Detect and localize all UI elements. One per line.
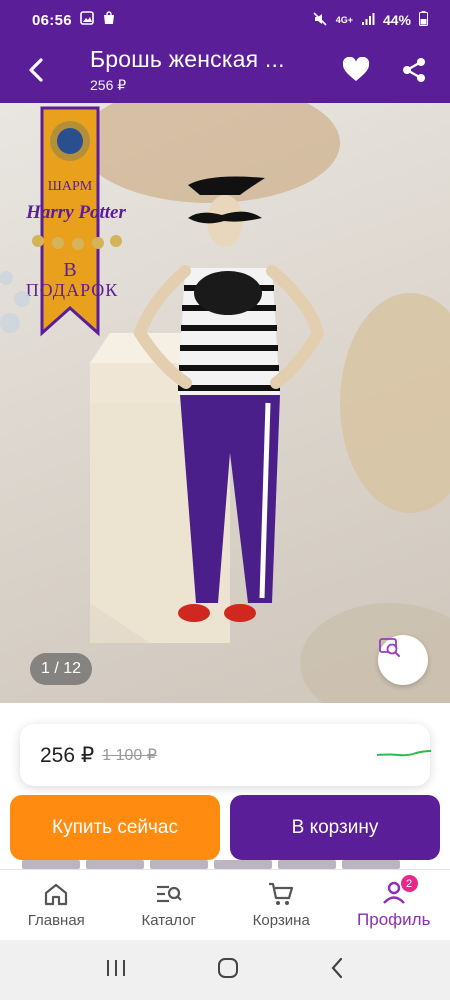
system-home-icon — [217, 957, 238, 978]
status-bar: 06:56 4G+ 44% — [0, 0, 450, 40]
title-block: Брошь женская ... 256 ₽ — [90, 46, 320, 94]
nav-profile-label: Профиль — [357, 910, 431, 929]
product-title: Брошь женская ... — [90, 46, 285, 72]
visual-search-button[interactable] — [378, 635, 428, 685]
price-history-icon — [376, 750, 432, 757]
current-price: 256 ₽ — [40, 743, 95, 767]
product-image-gallery[interactable]: ШАРМ Harry Potter В ПОДАРОК 1 / 12 — [0, 103, 450, 703]
back-arrow-icon — [29, 58, 43, 82]
battery-percent: 44% — [382, 12, 411, 28]
app-bar: Брошь женская ... 256 ₽ — [0, 40, 450, 103]
nav-profile[interactable]: 2 Профиль — [338, 870, 450, 940]
system-back-icon — [331, 957, 343, 978]
promo-line4: ПОДАРОК — [26, 280, 119, 300]
status-time: 06:56 — [32, 11, 72, 29]
nav-catalog[interactable]: Каталог — [113, 870, 226, 940]
promo-line3: В — [63, 259, 76, 281]
heart-icon — [342, 57, 370, 81]
share-icon — [403, 58, 425, 82]
bottom-navigation: Главная Каталог Корзина 2 Профиль — [0, 869, 450, 940]
image-search-icon — [379, 638, 400, 657]
network-label: 4G+ — [335, 15, 353, 25]
gallery-icon — [80, 11, 94, 29]
shopping-bag-icon — [102, 11, 116, 29]
signal-icon — [361, 12, 375, 29]
system-navigation-bar — [0, 940, 450, 1000]
product-photo: ШАРМ Harry Potter В ПОДАРОК — [0, 103, 450, 703]
related-thumb — [214, 860, 272, 869]
catalog-search-icon — [156, 885, 182, 902]
nav-cart-label: Корзина — [252, 911, 310, 929]
back-button[interactable] — [18, 52, 54, 88]
price-card[interactable]: 256 ₽ 1 100 ₽ — [20, 724, 432, 786]
product-subtitle-price: 256 ₽ — [90, 77, 127, 93]
home-system-button[interactable] — [216, 956, 240, 985]
battery-icon — [419, 11, 428, 29]
home-icon — [45, 883, 68, 905]
recents-button[interactable] — [105, 958, 127, 983]
nav-home[interactable]: Главная — [0, 870, 113, 940]
system-back-button[interactable] — [329, 957, 345, 984]
nav-home-label: Главная — [27, 911, 85, 929]
share-button[interactable] — [396, 52, 432, 88]
image-counter: 1 / 12 — [30, 653, 93, 685]
related-thumb — [22, 860, 80, 869]
related-thumb — [86, 860, 144, 869]
related-thumb — [150, 860, 208, 869]
profile-badge: 2 — [400, 875, 418, 892]
product-page: 06:56 4G+ 44% Брошь женская ... 256 ₽ ША… — [0, 0, 450, 1000]
promo-line1: ШАРМ — [48, 179, 93, 194]
related-items-peek — [0, 860, 450, 869]
promo-line2: Harry Potter — [25, 202, 126, 223]
nav-catalog-label: Каталог — [141, 911, 197, 929]
mute-icon — [312, 11, 328, 30]
buy-now-button[interactable]: Купить сейчас — [10, 795, 220, 860]
recents-icon — [106, 959, 125, 976]
related-thumb — [278, 860, 336, 869]
related-thumb — [342, 860, 400, 869]
favorite-button[interactable] — [338, 52, 374, 88]
add-to-cart-button[interactable]: В корзину — [230, 795, 440, 860]
old-price: 1 100 ₽ — [102, 747, 157, 764]
cart-icon — [269, 882, 294, 905]
nav-cart[interactable]: Корзина — [225, 870, 338, 940]
